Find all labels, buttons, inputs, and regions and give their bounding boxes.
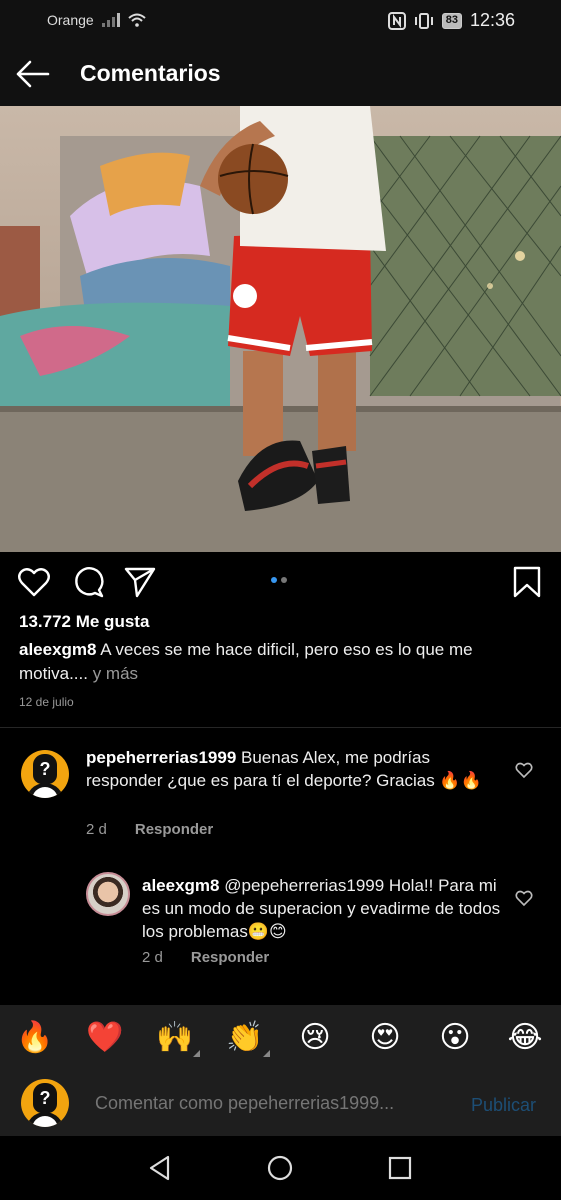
emoji-laughing[interactable]: 😂	[506, 1019, 544, 1057]
heart-icon[interactable]	[17, 565, 51, 599]
avatar[interactable]: ?	[21, 750, 69, 798]
share-icon[interactable]	[123, 565, 157, 599]
status-bar: Orange 83 12:36	[0, 0, 561, 42]
nav-home-icon[interactable]	[266, 1154, 294, 1182]
post-image[interactable]	[0, 106, 561, 552]
emoji-crying[interactable]: 😢	[296, 1019, 334, 1057]
reply-button[interactable]: Responder	[191, 949, 269, 966]
vibrate-icon	[414, 12, 433, 29]
comment-input[interactable]	[95, 1093, 445, 1114]
comment-item: aleexgm8 @pepeherrerias1999 Hola!! Para …	[142, 874, 502, 943]
clock: 12:36	[469, 10, 515, 30]
comment-age: 2 d	[142, 949, 163, 966]
like-count[interactable]: 13.772 Me gusta	[19, 612, 149, 632]
bookmark-icon[interactable]	[510, 565, 544, 599]
emoji-clap[interactable]: 👏	[226, 1019, 270, 1057]
system-nav-bar	[0, 1136, 561, 1200]
publish-button[interactable]: Publicar	[471, 1095, 536, 1116]
emoji-raised-hands[interactable]: 🙌	[156, 1019, 200, 1057]
more-link[interactable]: y más	[93, 664, 138, 683]
comment-composer: ? Publicar	[0, 1071, 561, 1136]
wifi-icon	[128, 13, 146, 27]
carrier-label: Orange	[47, 12, 94, 28]
caption-author[interactable]: aleexgm8	[19, 640, 97, 659]
avatar[interactable]	[86, 872, 130, 916]
app-header: Comentarios	[0, 42, 561, 106]
comment-like-icon[interactable]	[515, 889, 533, 907]
divider	[0, 727, 561, 728]
reply-button[interactable]: Responder	[135, 821, 213, 838]
emoji-heart-eyes[interactable]: 😍	[366, 1019, 404, 1057]
comment-age: 2 d	[86, 821, 107, 838]
comment-meta: 2 d Responder	[142, 949, 269, 966]
nfc-icon	[387, 11, 406, 30]
carousel-indicator	[271, 577, 287, 583]
nav-recents-icon[interactable]	[386, 1154, 414, 1182]
comment-author[interactable]: aleexgm8	[142, 876, 220, 895]
carousel-dot-active	[271, 577, 277, 583]
signal-icon	[101, 13, 120, 27]
comment-icon[interactable]	[71, 565, 105, 599]
emoji-surprised[interactable]: 😮	[436, 1019, 474, 1057]
comment-item: pepeherrerias1999 Buenas Alex, me podría…	[86, 746, 496, 792]
battery-icon: 83	[441, 12, 462, 29]
comment-like-icon[interactable]	[515, 761, 533, 779]
emoji-quick-bar: 🔥 ❤️ 🙌 👏 😢 😍 😮 😂	[0, 1005, 561, 1071]
comment-author[interactable]: pepeherrerias1999	[86, 748, 236, 767]
page-title: Comentarios	[80, 60, 221, 86]
emoji-heart[interactable]: ❤️	[86, 1019, 124, 1057]
comment-meta: 2 d Responder	[86, 821, 213, 838]
back-arrow-icon[interactable]	[14, 58, 50, 90]
carousel-dot	[281, 577, 287, 583]
post-caption: aleexgm8 A veces se me hace dificil, per…	[19, 638, 539, 686]
nav-back-icon[interactable]	[146, 1154, 174, 1182]
avatar: ?	[21, 1079, 69, 1127]
emoji-fire[interactable]: 🔥	[16, 1019, 54, 1057]
post-date: 12 de julio	[19, 695, 74, 709]
